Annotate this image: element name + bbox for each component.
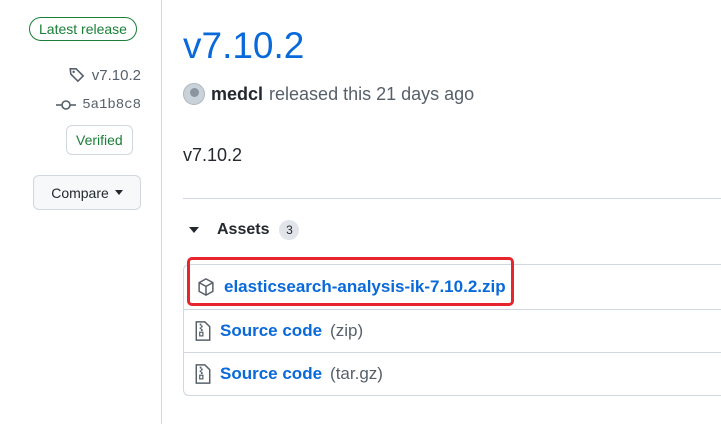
author-name[interactable]: medcl: [211, 84, 263, 105]
commit-sha: 5a1b8c8: [82, 97, 141, 113]
caret-down-icon: [114, 190, 123, 195]
asset-row[interactable]: Source code (zip): [184, 309, 721, 352]
assets-count: 3: [279, 220, 300, 240]
tag-link[interactable]: v7.10.2: [68, 66, 141, 84]
file-zip-icon: [194, 320, 212, 342]
release-notes: v7.10.2: [183, 145, 243, 165]
triangle-down-icon: [189, 227, 199, 233]
commit-link[interactable]: 5a1b8c8: [56, 97, 141, 113]
latest-release-badge: Latest release: [29, 17, 137, 41]
source-code-zip-link[interactable]: Source code: [220, 321, 322, 341]
assets-list: elasticsearch-analysis-ik-7.10.2.zip Sou…: [183, 264, 721, 396]
compare-button[interactable]: Compare: [33, 175, 141, 210]
package-icon: [196, 277, 216, 297]
assets-toggle[interactable]: Assets 3: [189, 220, 300, 240]
release-author-row: medcl released this 21 days ago: [183, 83, 474, 105]
tag-icon: [68, 66, 86, 84]
assets-heading: Assets: [217, 221, 270, 238]
asset-row[interactable]: Source code (tar.gz): [184, 352, 721, 395]
tag-label: v7.10.2: [91, 66, 141, 84]
release-sidebar: Latest release v7.10.2 5a1b8c8 Verified …: [0, 0, 162, 424]
asset-row[interactable]: elasticsearch-analysis-ik-7.10.2.zip: [184, 265, 721, 309]
compare-label: Compare: [51, 184, 109, 201]
release-title[interactable]: v7.10.2: [183, 24, 304, 68]
verified-badge[interactable]: Verified: [66, 125, 133, 155]
avatar[interactable]: [183, 83, 205, 105]
file-zip-icon: [194, 363, 212, 385]
source-code-targz-link[interactable]: Source code: [220, 364, 322, 384]
asset-format: (zip): [330, 321, 364, 340]
git-commit-icon: [56, 98, 77, 112]
released-text: released this 21 days ago: [269, 83, 475, 104]
divider: [183, 198, 721, 199]
asset-format: (tar.gz): [330, 364, 383, 383]
asset-link[interactable]: elasticsearch-analysis-ik-7.10.2.zip: [224, 277, 506, 297]
